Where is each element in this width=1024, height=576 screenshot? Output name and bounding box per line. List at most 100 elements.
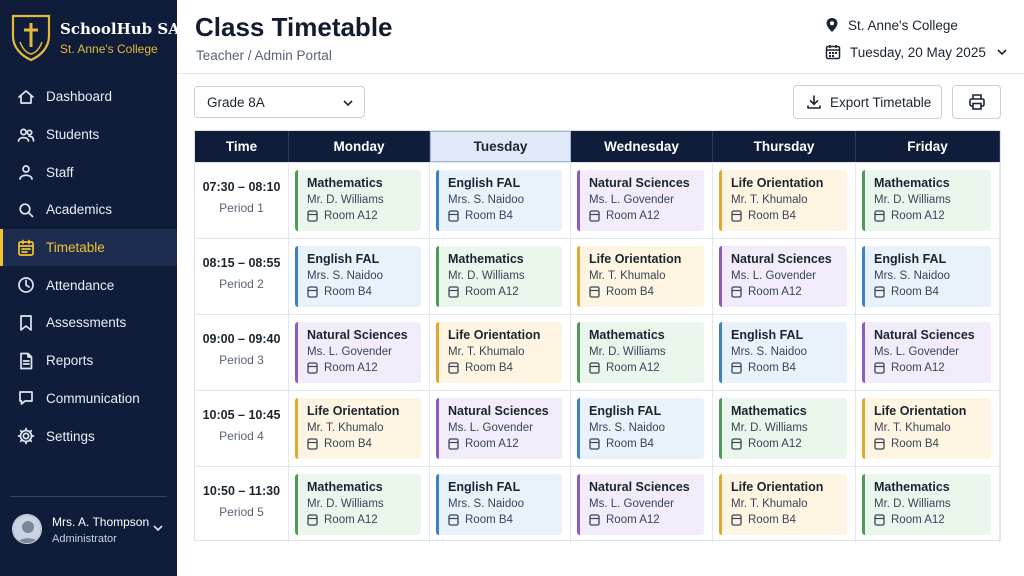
- lesson-room-label: Room B4: [465, 210, 513, 222]
- lesson-subject: Natural Sciences: [731, 252, 832, 266]
- lesson-teacher: Mr. T. Khumalo: [307, 422, 384, 434]
- sidebar-item-settings[interactable]: Settings: [0, 417, 177, 455]
- current-date: Tuesday, 20 May 2025: [850, 44, 986, 60]
- lesson-card[interactable]: Mathematics Mr. D. Williams Room A12: [719, 398, 847, 459]
- lesson-subject: English FAL: [731, 328, 804, 342]
- lesson-card[interactable]: Natural Sciences Ms. L. Govender Room A12: [436, 398, 562, 459]
- user-menu[interactable]: Mrs. A. Thompson Administrator: [12, 512, 172, 548]
- lesson-card[interactable]: Mathematics Mr. D. Williams Room A12: [295, 474, 421, 535]
- lesson-room: Room B4: [448, 210, 562, 222]
- sidebar-item-label: Dashboard: [46, 89, 113, 105]
- timetable-cell: Mathematics Mr. D. Williams Room A12: [430, 239, 571, 315]
- period-time: 08:15 – 08:55: [202, 256, 281, 270]
- lesson-card[interactable]: English FAL Mrs. S. Naidoo Room B4: [436, 170, 562, 231]
- room-icon: [874, 286, 885, 298]
- export-timetable-button[interactable]: Export Timetable: [793, 85, 942, 119]
- lesson-room-label: Room B4: [606, 438, 654, 450]
- lesson-teacher: Ms. L. Govender: [589, 498, 675, 510]
- lesson-card[interactable]: Mathematics Mr. D. Williams Room A12: [436, 246, 562, 307]
- lesson-teacher: Mrs. S. Naidoo: [448, 194, 525, 206]
- sidebar-item-staff[interactable]: Staff: [0, 153, 177, 191]
- sidebar-item-label: Assessments: [46, 315, 127, 331]
- sidebar-item-timetable[interactable]: Timetable: [0, 228, 177, 267]
- timetable-cell: Mathematics Mr. D. Williams Room A12: [856, 163, 1000, 239]
- lesson-card[interactable]: Natural Sciences Ms. L. Govender Room A12: [862, 322, 991, 383]
- lesson-room-label: Room A12: [891, 210, 945, 222]
- lesson-room-label: Room B4: [465, 362, 513, 374]
- lesson-teacher: Mrs. S. Naidoo: [589, 422, 666, 434]
- period-time-cell: 07:30 – 08:10 Period 1: [195, 163, 289, 239]
- lesson-card[interactable]: Life Orientation Mr. T. Khumalo Room B4: [295, 398, 421, 459]
- lesson-card[interactable]: Natural Sciences Ms. L. Govender Room A12: [577, 474, 704, 535]
- lesson-card[interactable]: Life Orientation Mr. T. Khumalo Room B4: [436, 322, 562, 383]
- room-icon: [307, 514, 318, 526]
- lesson-teacher: Mr. D. Williams: [307, 498, 384, 510]
- lesson-card[interactable]: Life Orientation Mr. T. Khumalo Room B4: [577, 246, 704, 307]
- lesson-subject: Natural Sciences: [448, 404, 549, 418]
- lesson-room: Room B4: [448, 514, 562, 526]
- lesson-room: Room B4: [874, 286, 991, 298]
- lesson-card[interactable]: Life Orientation Mr. T. Khumalo Room B4: [719, 170, 847, 231]
- lesson-card[interactable]: English FAL Mrs. S. Naidoo Room B4: [577, 398, 704, 459]
- sidebar-item-label: Attendance: [46, 277, 115, 293]
- lesson-card[interactable]: Life Orientation Mr. T. Khumalo Room B4: [862, 398, 991, 459]
- lesson-card[interactable]: Mathematics Mr. D. Williams Room A12: [577, 322, 704, 383]
- sidebar-nav: Dashboard Students Staff Academics Timetable…: [0, 78, 177, 455]
- home-icon: [16, 87, 36, 107]
- lesson-card[interactable]: English FAL Mrs. S. Naidoo Room B4: [436, 474, 562, 535]
- lesson-subject: Mathematics: [874, 176, 950, 190]
- room-icon: [589, 362, 600, 374]
- lesson-teacher: Mrs. S. Naidoo: [731, 346, 808, 358]
- lesson-card[interactable]: English FAL Mrs. S. Naidoo Room B4: [295, 246, 421, 307]
- room-icon: [448, 438, 459, 450]
- staff-icon: [16, 162, 36, 182]
- lesson-room-label: Room B4: [606, 286, 654, 298]
- page-header: Class Timetable Teacher / Admin Portal S…: [177, 0, 1024, 74]
- lesson-room: Room B4: [307, 286, 421, 298]
- lesson-card[interactable]: Mathematics Mr. D. Williams Room A12: [862, 474, 991, 535]
- lesson-card[interactable]: Mathematics Mr. D. Williams Room A12: [295, 170, 421, 231]
- lesson-card[interactable]: English FAL Mrs. S. Naidoo Room B4: [862, 246, 991, 307]
- lesson-teacher: Mr. D. Williams: [731, 422, 808, 434]
- user-role: Administrator: [52, 533, 117, 545]
- sidebar-item-attendance[interactable]: Attendance: [0, 266, 177, 304]
- sidebar-item-communication[interactable]: Communication: [0, 380, 177, 418]
- lesson-subject: Mathematics: [731, 404, 807, 418]
- lesson-teacher: Mr. D. Williams: [448, 270, 525, 282]
- period-time: 10:50 – 11:30: [202, 484, 281, 498]
- lesson-card[interactable]: English FAL Mrs. S. Naidoo Room B4: [719, 322, 847, 383]
- timetable-cell: Life Orientation Mr. T. Khumalo Room B4: [856, 391, 1000, 467]
- page-title: Class Timetable: [195, 12, 393, 42]
- print-button[interactable]: [952, 85, 1001, 119]
- timetable-cell: Life Orientation Mr. T. Khumalo Room B4: [571, 239, 713, 315]
- lesson-card[interactable]: Mathematics Mr. D. Williams Room A12: [862, 170, 991, 231]
- sidebar-item-dashboard[interactable]: Dashboard: [0, 78, 177, 116]
- lesson-teacher: Mrs. S. Naidoo: [307, 270, 384, 282]
- brand[interactable]: SchoolHub SA St. Anne's College: [10, 12, 180, 62]
- sidebar-item-assessments[interactable]: Assessments: [0, 304, 177, 342]
- period-label: Period 3: [219, 353, 264, 367]
- sidebar-item-students[interactable]: Students: [0, 116, 177, 154]
- time-column-header: Time: [195, 131, 289, 162]
- lesson-teacher: Ms. L. Govender: [874, 346, 960, 358]
- day-header-friday: Friday: [856, 131, 1000, 162]
- period-label: Period 1: [219, 201, 264, 215]
- date-picker[interactable]: Tuesday, 20 May 2025: [825, 44, 1008, 60]
- sidebar-item-academics[interactable]: Academics: [0, 191, 177, 229]
- room-icon: [307, 210, 318, 222]
- location-pin-icon: [826, 18, 838, 32]
- lesson-card[interactable]: Natural Sciences Ms. L. Govender Room A12: [719, 246, 847, 307]
- lesson-card[interactable]: Natural Sciences Ms. L. Govender Room A12: [577, 170, 704, 231]
- lesson-subject: Mathematics: [448, 252, 524, 266]
- timetable-cell: Mathematics Mr. D. Williams Room A12: [856, 467, 1000, 543]
- grade-select[interactable]: Grade 8A: [194, 86, 365, 118]
- lesson-room-label: Room B4: [748, 210, 796, 222]
- lesson-teacher: Mr. T. Khumalo: [874, 422, 951, 434]
- lesson-card[interactable]: Life Orientation Mr. T. Khumalo Room B4: [719, 474, 847, 535]
- students-icon: [16, 125, 36, 145]
- lesson-teacher: Mr. T. Khumalo: [448, 346, 525, 358]
- lesson-card[interactable]: Natural Sciences Ms. L. Govender Room A12: [295, 322, 421, 383]
- lesson-subject: Natural Sciences: [874, 328, 975, 342]
- sidebar-item-reports[interactable]: Reports: [0, 342, 177, 380]
- lesson-room: Room A12: [589, 514, 704, 526]
